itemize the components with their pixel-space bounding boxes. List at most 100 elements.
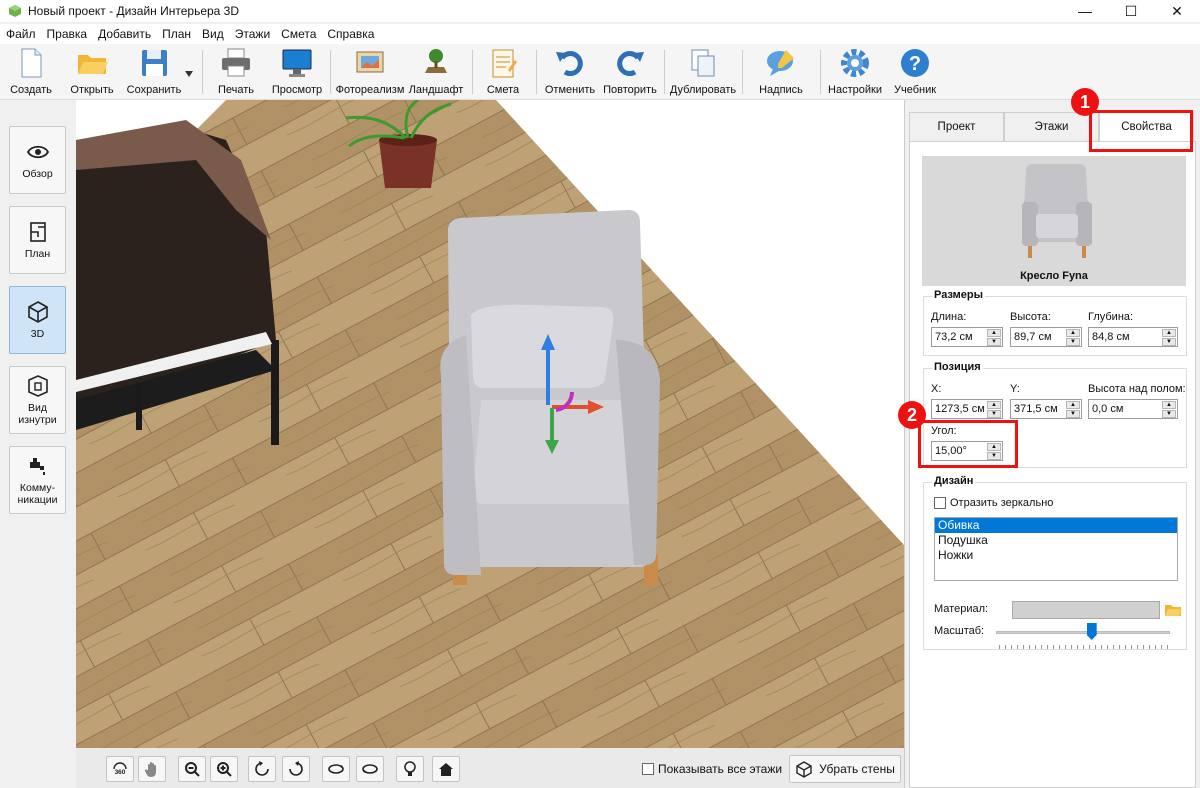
list-item[interactable]: Подушка [935,533,1177,548]
close-button[interactable]: ✕ [1154,0,1200,22]
plan-button[interactable]: План [9,206,66,274]
material-swatch[interactable] [1012,601,1160,619]
position-y-input[interactable]: 371,5 см ▲ ▼ [1010,399,1082,419]
menu-help[interactable]: Справка [321,27,379,41]
communications-label: Комму-никации [17,482,58,506]
inside-view-button[interactable]: Вид изнутри [9,366,66,434]
show-all-floors-toggle[interactable]: Показывать все этажи [642,762,782,776]
preview-button[interactable]: Просмотр [272,46,322,100]
faucet-icon [29,458,45,475]
speech-bubble-icon [767,50,794,76]
depth-input[interactable]: 84,8 см ▲ ▼ [1088,327,1178,347]
list-item[interactable]: Обивка [935,518,1177,533]
spin-down-icon: ▼ [1162,410,1176,418]
floor-plan-icon [29,222,46,242]
caption-button[interactable]: Надпись [758,46,804,100]
rotate-360-icon: 360 [113,762,127,776]
folder-icon[interactable] [1164,601,1182,619]
callout-1-box [1089,110,1193,152]
settings-button[interactable]: Настройки [828,46,882,100]
print-button[interactable]: Печать [214,46,258,100]
help-question-icon: ? [901,49,929,77]
spin-down-icon: ▼ [1162,338,1176,346]
zoom-in-icon [217,762,232,777]
spin-down-icon: ▼ [1066,338,1080,346]
redo-button[interactable]: Повторить [602,46,658,100]
svg-text:?: ? [909,53,921,75]
light-button[interactable] [396,756,424,782]
wall-cube-icon [796,761,812,778]
rotate-right-button[interactable] [282,756,310,782]
eye-icon [26,145,49,159]
spin-up-icon: ▲ [1162,329,1176,337]
tutorial-button[interactable]: ? Учебник [894,46,936,100]
zoom-in-button[interactable] [210,756,238,782]
scale-slider-thumb[interactable] [1086,623,1097,640]
callout-2-badge: 2 [898,401,926,429]
pan-hand-button[interactable] [138,756,166,782]
spin-down-icon: ▼ [1066,410,1080,418]
menu-edit[interactable]: Правка [41,27,93,41]
spin-up-icon: ▲ [1066,401,1080,409]
orbit-down-icon [362,764,378,774]
tab-project[interactable]: Проект [909,112,1004,142]
overview-button[interactable]: Обзор [9,126,66,194]
armchair-model[interactable] [440,210,660,585]
printer-icon [222,48,250,77]
inside-view-label: Вид изнутри [18,402,57,426]
landscape-button[interactable]: Ландшафт [408,46,464,100]
menu-plan[interactable]: План [156,27,196,41]
create-button[interactable]: Создать [10,46,52,100]
object-name: Кресло Fyna [1020,270,1088,282]
zoom-out-button[interactable] [178,756,206,782]
elevation-input[interactable]: 0,0 см ▲ ▼ [1088,399,1178,419]
mirror-toggle[interactable]: Отразить зеркально [934,497,1053,509]
rotate-left-button[interactable] [248,756,276,782]
object-preview: Кресло Fyna [922,156,1186,286]
home-icon [439,763,453,776]
tilt-down-button[interactable] [356,756,384,782]
position-x-input[interactable]: 1273,5 см ▲ ▼ [931,399,1003,419]
3d-viewport[interactable] [76,100,904,748]
minimize-button[interactable]: — [1062,0,1108,22]
length-input[interactable]: 73,2 см ▲ ▼ [931,327,1003,347]
photorealism-button[interactable]: Фотореализм [336,46,404,100]
save-button[interactable]: Сохранить [126,46,182,100]
save-dropdown-icon[interactable] [185,71,193,77]
communications-button[interactable]: Комму-никации [9,446,66,514]
app-logo-icon [9,5,21,17]
tilt-up-button[interactable] [322,756,350,782]
menu-add[interactable]: Добавить [92,27,156,41]
photo-frame-icon [356,51,384,73]
copy-icon [691,49,715,77]
mirror-checkbox[interactable] [934,497,946,509]
undo-button[interactable]: Отменить [544,46,596,100]
maximize-button[interactable]: ☐ [1108,0,1154,22]
open-button[interactable]: Открыть [68,46,116,100]
duplicate-button[interactable]: Дублировать [670,46,736,100]
tab-floors[interactable]: Этажи [1004,112,1099,142]
show-all-floors-checkbox[interactable] [642,763,654,775]
spin-down-icon: ▼ [987,338,1001,346]
view-3d-button[interactable]: 3D [9,286,66,354]
3d-scene[interactable] [76,100,904,748]
menu-file[interactable]: Файл [0,27,41,41]
design-group: Дизайн Отразить зеркально Обивка Подушка… [923,475,1187,650]
scale-slider[interactable] [996,631,1170,634]
list-item[interactable]: Ножки [935,548,1177,563]
home-view-button[interactable] [432,756,460,782]
menu-view[interactable]: Вид [196,27,229,41]
menu-estimate[interactable]: Смета [275,27,321,41]
spin-down-icon: ▼ [987,410,1001,418]
floppy-disk-icon [142,50,167,76]
menu-floors[interactable]: Этажи [229,27,275,41]
height-input[interactable]: 89,7 см ▲ ▼ [1010,327,1082,347]
parts-listbox[interactable]: Обивка Подушка Ножки [934,517,1178,581]
rotate-360-button[interactable]: 360 [106,756,134,782]
remove-walls-button[interactable]: Убрать стены [789,755,901,783]
estimate-button[interactable]: Смета [484,46,522,100]
view-mode-sidebar: Обзор План 3D Вид изнутри Комму-никации [0,100,76,788]
spin-up-icon: ▲ [987,401,1001,409]
toolbar: Создать Открыть Сохранить Печать Просмот… [0,44,1200,100]
spin-up-icon: ▲ [987,329,1001,337]
